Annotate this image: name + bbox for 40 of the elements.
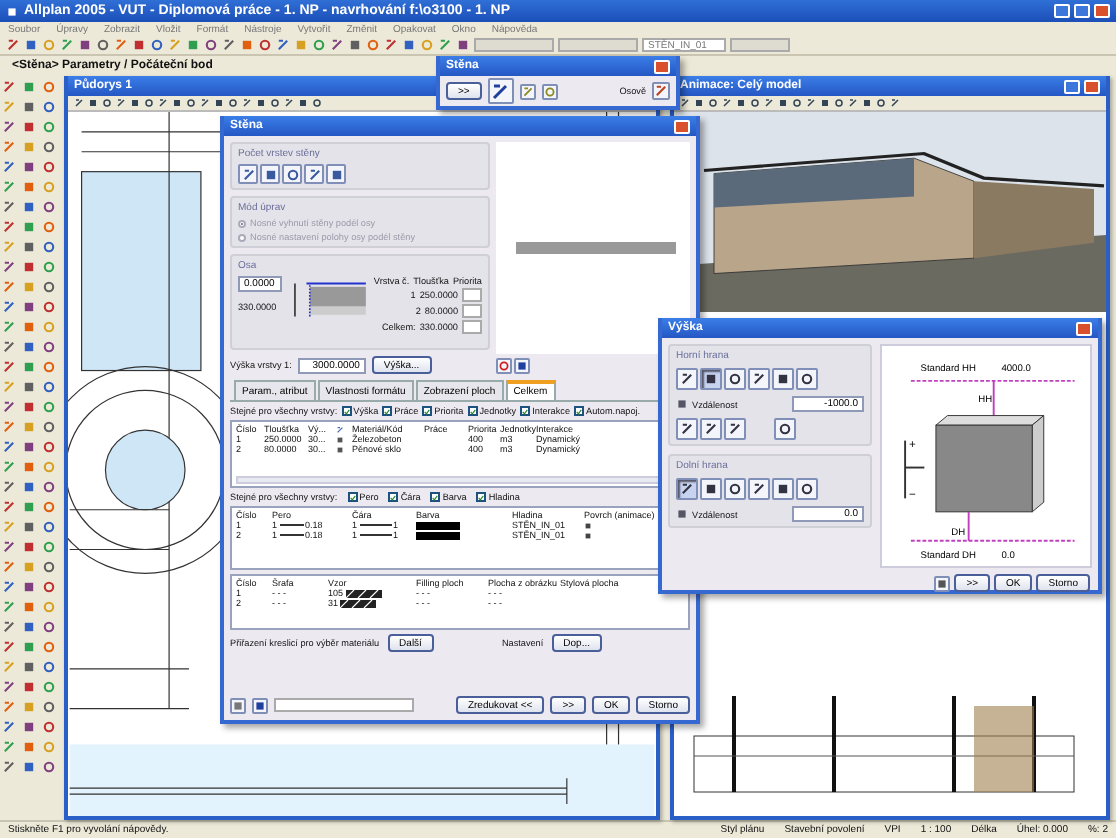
edge-mode-button[interactable]	[676, 368, 698, 390]
close-button[interactable]	[654, 59, 670, 73]
plane-button[interactable]	[774, 418, 796, 440]
checkbox[interactable]	[347, 492, 358, 502]
checkbox[interactable]	[341, 406, 352, 416]
edge-mode-button[interactable]	[676, 478, 698, 500]
close-button[interactable]	[674, 119, 690, 133]
checkbox[interactable]	[476, 492, 487, 502]
edge-mode-button[interactable]	[796, 478, 818, 500]
layer-count-button[interactable]	[260, 164, 280, 184]
layer-count-button[interactable]	[326, 164, 346, 184]
checkbox[interactable]	[520, 406, 531, 416]
edge-mode-button[interactable]	[772, 478, 794, 500]
slope-button[interactable]	[700, 418, 722, 440]
slope-button[interactable]	[676, 418, 698, 440]
checkbox[interactable]	[388, 492, 399, 502]
checkbox[interactable]	[422, 406, 433, 416]
edge-mode-button[interactable]	[772, 368, 794, 390]
maximize-button[interactable]	[1074, 4, 1090, 18]
layer-count-button[interactable]	[238, 164, 258, 184]
edge-mode-button[interactable]	[796, 368, 818, 390]
close-button[interactable]	[1094, 4, 1110, 18]
slope-button[interactable]	[724, 418, 746, 440]
checkbox[interactable]	[467, 406, 478, 416]
checkbox[interactable]	[430, 492, 441, 502]
edge-mode-button[interactable]	[700, 478, 722, 500]
minimize-button[interactable]	[1064, 79, 1080, 93]
checkbox[interactable]	[382, 406, 393, 416]
edge-mode-button[interactable]	[748, 478, 770, 500]
close-button[interactable]	[1084, 79, 1100, 93]
layer-count-button[interactable]	[304, 164, 324, 184]
layer-count-button[interactable]	[282, 164, 302, 184]
checkbox[interactable]	[574, 406, 585, 416]
minimize-button[interactable]	[1054, 4, 1070, 18]
edge-mode-button[interactable]	[700, 368, 722, 390]
edge-mode-button[interactable]	[724, 368, 746, 390]
edge-mode-button[interactable]	[724, 478, 746, 500]
close-button[interactable]	[1076, 321, 1092, 335]
edge-mode-button[interactable]	[748, 368, 770, 390]
wall-tool-button[interactable]	[487, 78, 514, 104]
